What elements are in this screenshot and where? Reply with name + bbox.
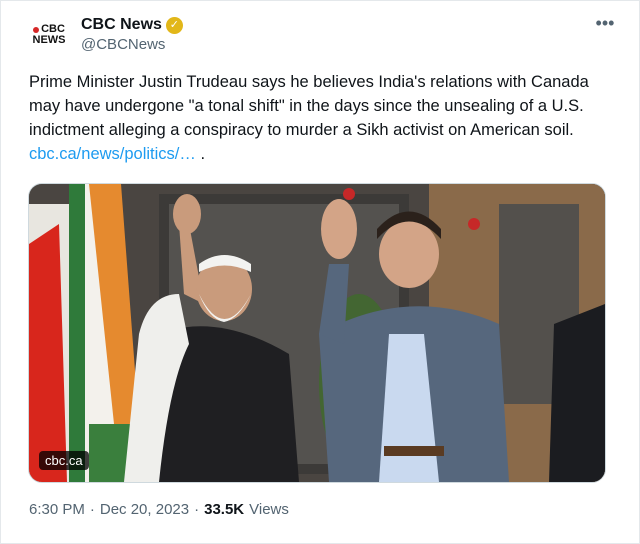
cbc-gem-icon	[33, 26, 40, 33]
article-link[interactable]: cbc.ca/news/politics/…	[29, 145, 196, 163]
user-handle[interactable]: @CBCNews	[81, 35, 183, 55]
views-count[interactable]: 33.5K	[204, 501, 244, 518]
tweet-date[interactable]: Dec 20, 2023	[100, 501, 189, 518]
avatar[interactable]: CBC NEWS	[29, 15, 69, 55]
tweet-time[interactable]: 6:30 PM	[29, 501, 85, 518]
views-label: Views	[249, 501, 289, 518]
photo-source-label: cbc.ca	[39, 451, 89, 470]
tweet-text: Prime Minister Justin Trudeau says he be…	[29, 73, 589, 163]
photo-illustration	[29, 184, 605, 482]
display-name[interactable]: CBC News	[81, 15, 162, 35]
more-options-button[interactable]: •••	[591, 14, 619, 35]
tweet-meta: 6:30 PM · Dec 20, 2023 · 33.5K Views	[29, 501, 289, 518]
verified-badge-icon[interactable]: ✓	[165, 16, 183, 34]
tweet-header: CBC NEWS CBC News ✓ @CBCNews •••	[29, 14, 619, 59]
tweet-photo[interactable]: cbc.ca	[28, 183, 606, 483]
tweet-card: CBC NEWS CBC News ✓ @CBCNews ••• Prime M…	[0, 0, 640, 544]
